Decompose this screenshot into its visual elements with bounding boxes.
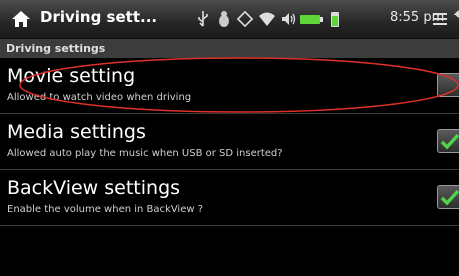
battery-icon	[300, 15, 323, 24]
gps-icon	[237, 10, 253, 28]
app-title: Driving sett...	[40, 8, 158, 26]
media-checkbox[interactable]	[437, 129, 459, 153]
checkmark-icon	[440, 133, 459, 150]
debug-icon	[219, 11, 229, 27]
battery-level-icon	[331, 12, 339, 27]
highlight-ellipse	[19, 57, 459, 113]
setting-row-backview[interactable]: BackView settings Enable the volume when…	[0, 171, 459, 226]
backview-checkbox[interactable]	[437, 185, 459, 209]
title-bar: Driving sett... 8:55 pm	[0, 0, 459, 39]
wifi-icon	[259, 12, 275, 26]
overflow-menu-icon[interactable]	[432, 12, 448, 26]
setting-title: Media settings	[7, 121, 146, 143]
volume-icon	[282, 13, 296, 25]
usb-icon	[198, 11, 208, 27]
setting-row-media[interactable]: Media settings Allowed auto play the mus…	[0, 115, 459, 170]
home-icon[interactable]	[10, 9, 32, 29]
setting-subtitle: Enable the volume when in BackView ?	[7, 204, 204, 215]
setting-title: BackView settings	[7, 177, 181, 199]
checkmark-icon	[440, 189, 459, 206]
setting-subtitle: Allowed auto play the music when USB or …	[7, 148, 283, 159]
back-icon[interactable]	[452, 10, 459, 26]
